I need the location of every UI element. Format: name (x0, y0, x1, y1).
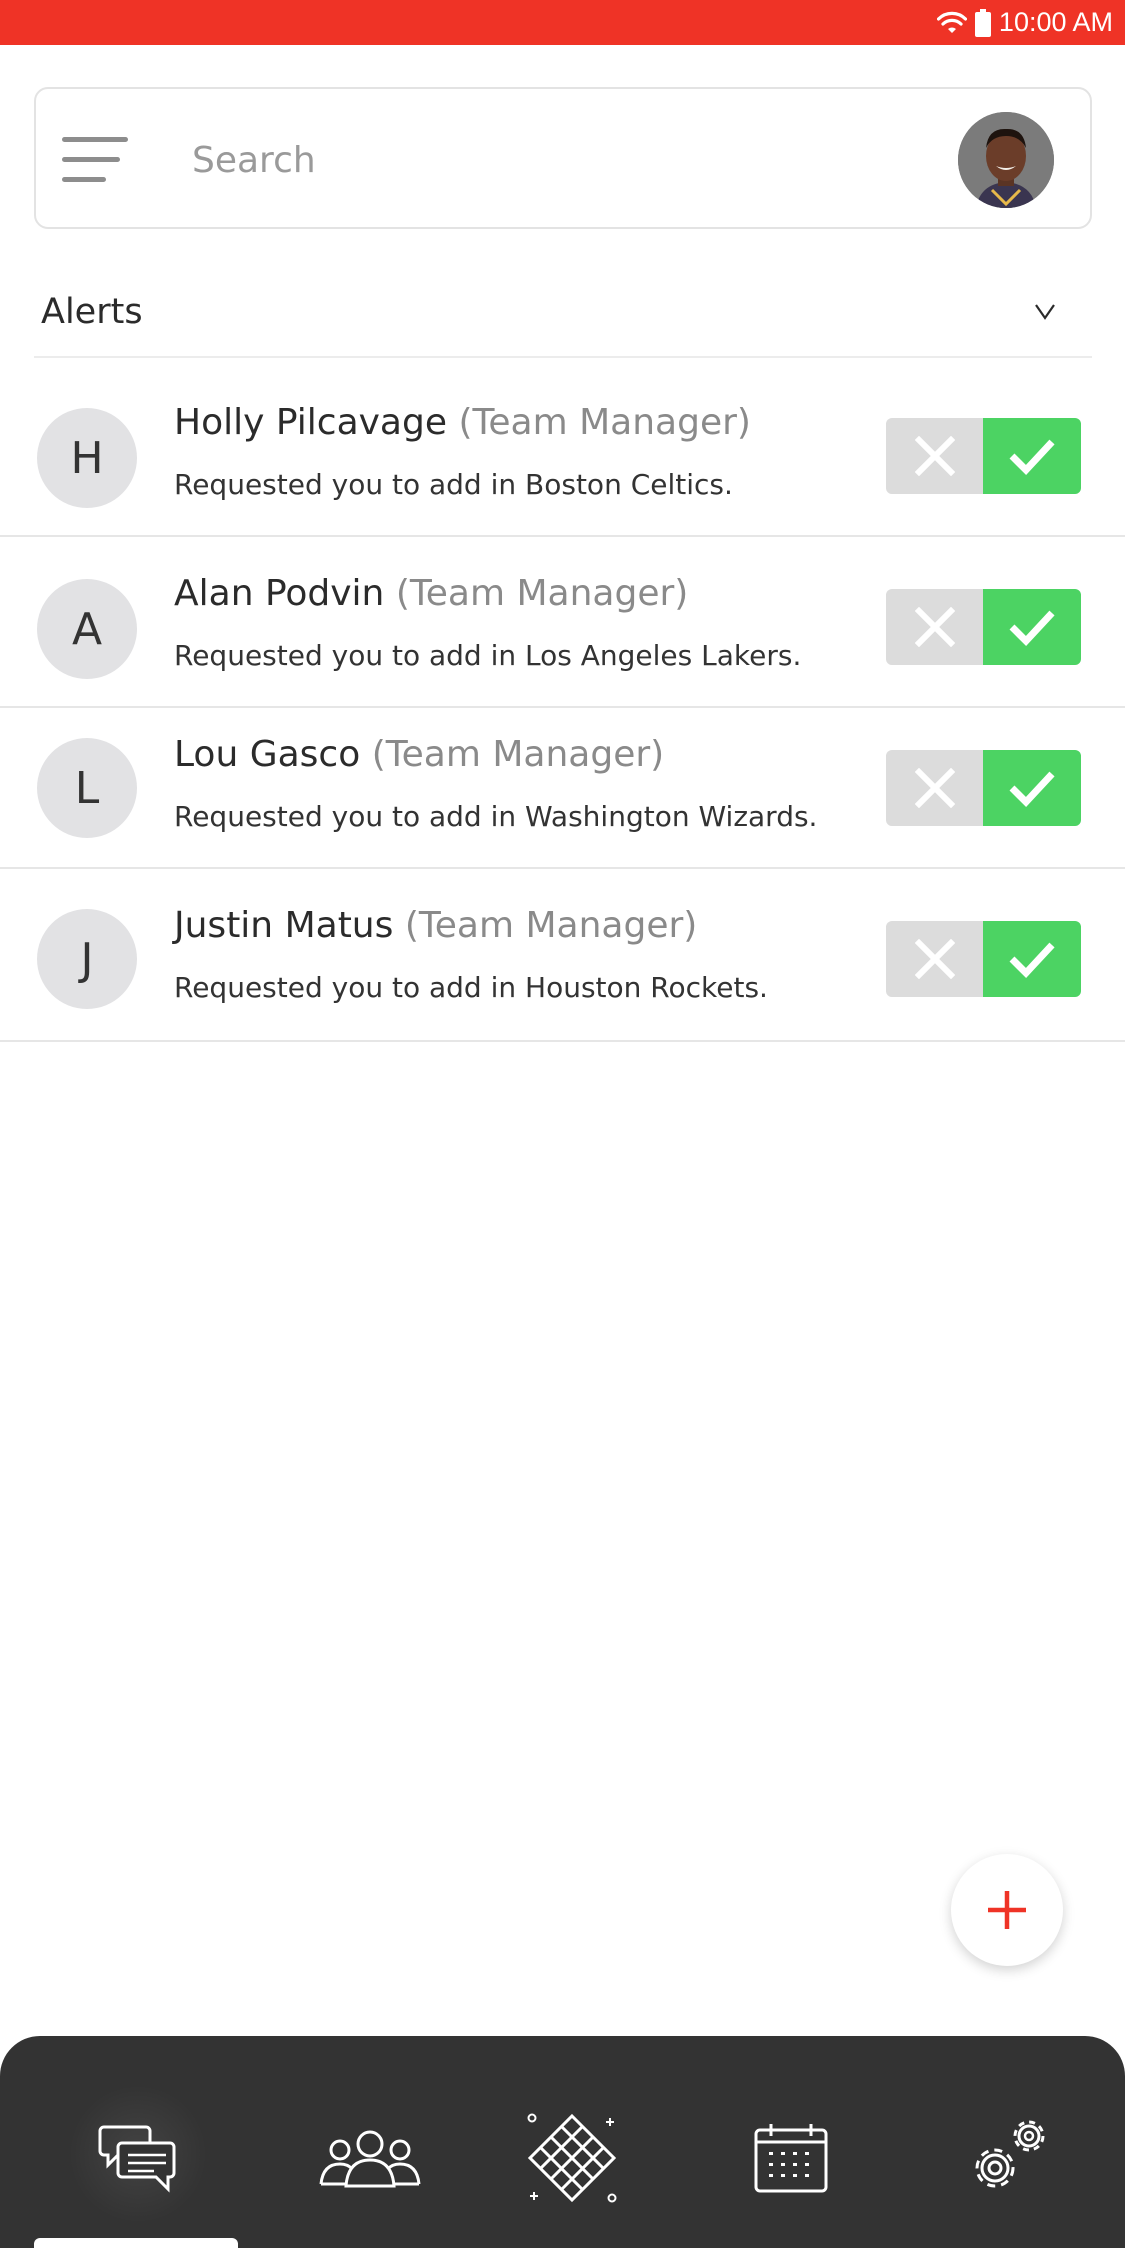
alert-message: Requested you to add in Washington Wizar… (174, 800, 818, 833)
alert-sender-name: Holly Pilcavage (174, 402, 447, 443)
alert-name-line: Alan Podvin (Team Manager) (174, 573, 688, 614)
alert-item: A Alan Podvin (Team Manager) Requested y… (0, 537, 1125, 708)
close-icon (914, 768, 955, 808)
nav-settings[interactable] (954, 2108, 1064, 2208)
reject-button[interactable] (886, 921, 983, 997)
nav-court[interactable] (517, 2108, 627, 2208)
team-icon (319, 2130, 421, 2188)
accept-button[interactable] (983, 921, 1081, 997)
alert-item: H Holly Pilcavage (Team Manager) Request… (0, 360, 1125, 537)
alert-name-line: Lou Gasco (Team Manager) (174, 734, 664, 775)
court-icon (527, 2113, 617, 2203)
close-icon (914, 607, 955, 647)
battery-icon (974, 8, 991, 37)
accept-button[interactable] (983, 418, 1081, 494)
alert-sender-role: (Team Manager) (371, 734, 665, 775)
initial-avatar: L (37, 738, 137, 838)
nav-chat[interactable] (83, 2108, 193, 2208)
check-icon (1009, 439, 1055, 476)
status-time: 10:00 AM (998, 7, 1113, 37)
check-icon (1009, 942, 1055, 979)
alert-message: Requested you to add in Boston Celtics. (174, 468, 733, 501)
alerts-title: Alerts (41, 292, 143, 332)
check-icon (1009, 771, 1055, 808)
alert-actions (886, 589, 1081, 665)
close-icon (914, 436, 955, 476)
alert-name-line: Holly Pilcavage (Team Manager) (174, 402, 751, 443)
alert-actions (886, 750, 1081, 826)
alert-item: L Lou Gasco (Team Manager) Requested you… (0, 708, 1125, 869)
calendar-icon (754, 2124, 828, 2193)
alert-sender-name: Lou Gasco (174, 734, 361, 775)
reject-button[interactable] (886, 418, 983, 494)
bottom-nav (0, 2036, 1125, 2248)
home-indicator (34, 2238, 238, 2248)
user-avatar[interactable] (958, 112, 1054, 208)
alert-name-line: Justin Matus (Team Manager) (174, 905, 697, 946)
menu-icon[interactable] (62, 137, 132, 187)
alert-sender-role: (Team Manager) (404, 905, 698, 946)
alert-sender-role: (Team Manager) (395, 573, 689, 614)
wifi-icon (936, 11, 967, 35)
status-bar: 10:00 AM (0, 0, 1125, 45)
alerts-header[interactable]: Alerts (34, 276, 1092, 358)
initial-avatar: H (37, 408, 137, 508)
alert-sender-role: (Team Manager) (458, 402, 751, 443)
plus-icon (988, 1891, 1026, 1929)
initial-avatar: J (37, 909, 137, 1009)
search-bar (34, 87, 1092, 229)
alert-item: J Justin Matus (Team Manager) Requested … (0, 869, 1125, 1042)
add-button[interactable] (951, 1854, 1063, 1966)
search-input[interactable] (192, 125, 912, 195)
close-icon (914, 939, 955, 979)
alert-actions (886, 921, 1081, 997)
reject-button[interactable] (886, 589, 983, 665)
accept-button[interactable] (983, 750, 1081, 826)
alert-message: Requested you to add in Los Angeles Lake… (174, 639, 802, 672)
alert-sender-name: Justin Matus (174, 905, 394, 946)
alert-list: H Holly Pilcavage (Team Manager) Request… (0, 360, 1125, 1042)
nav-team[interactable] (315, 2108, 425, 2208)
reject-button[interactable] (886, 750, 983, 826)
nav-calendar[interactable] (736, 2108, 846, 2208)
chevron-down-icon[interactable] (1030, 296, 1060, 326)
chat-icon (98, 2125, 176, 2193)
check-icon (1009, 610, 1055, 647)
alert-sender-name: Alan Podvin (174, 573, 385, 614)
accept-button[interactable] (983, 589, 1081, 665)
alert-actions (886, 418, 1081, 494)
alert-message: Requested you to add in Houston Rockets. (174, 971, 768, 1004)
initial-avatar: A (37, 579, 137, 679)
settings-icon (975, 2120, 1045, 2188)
